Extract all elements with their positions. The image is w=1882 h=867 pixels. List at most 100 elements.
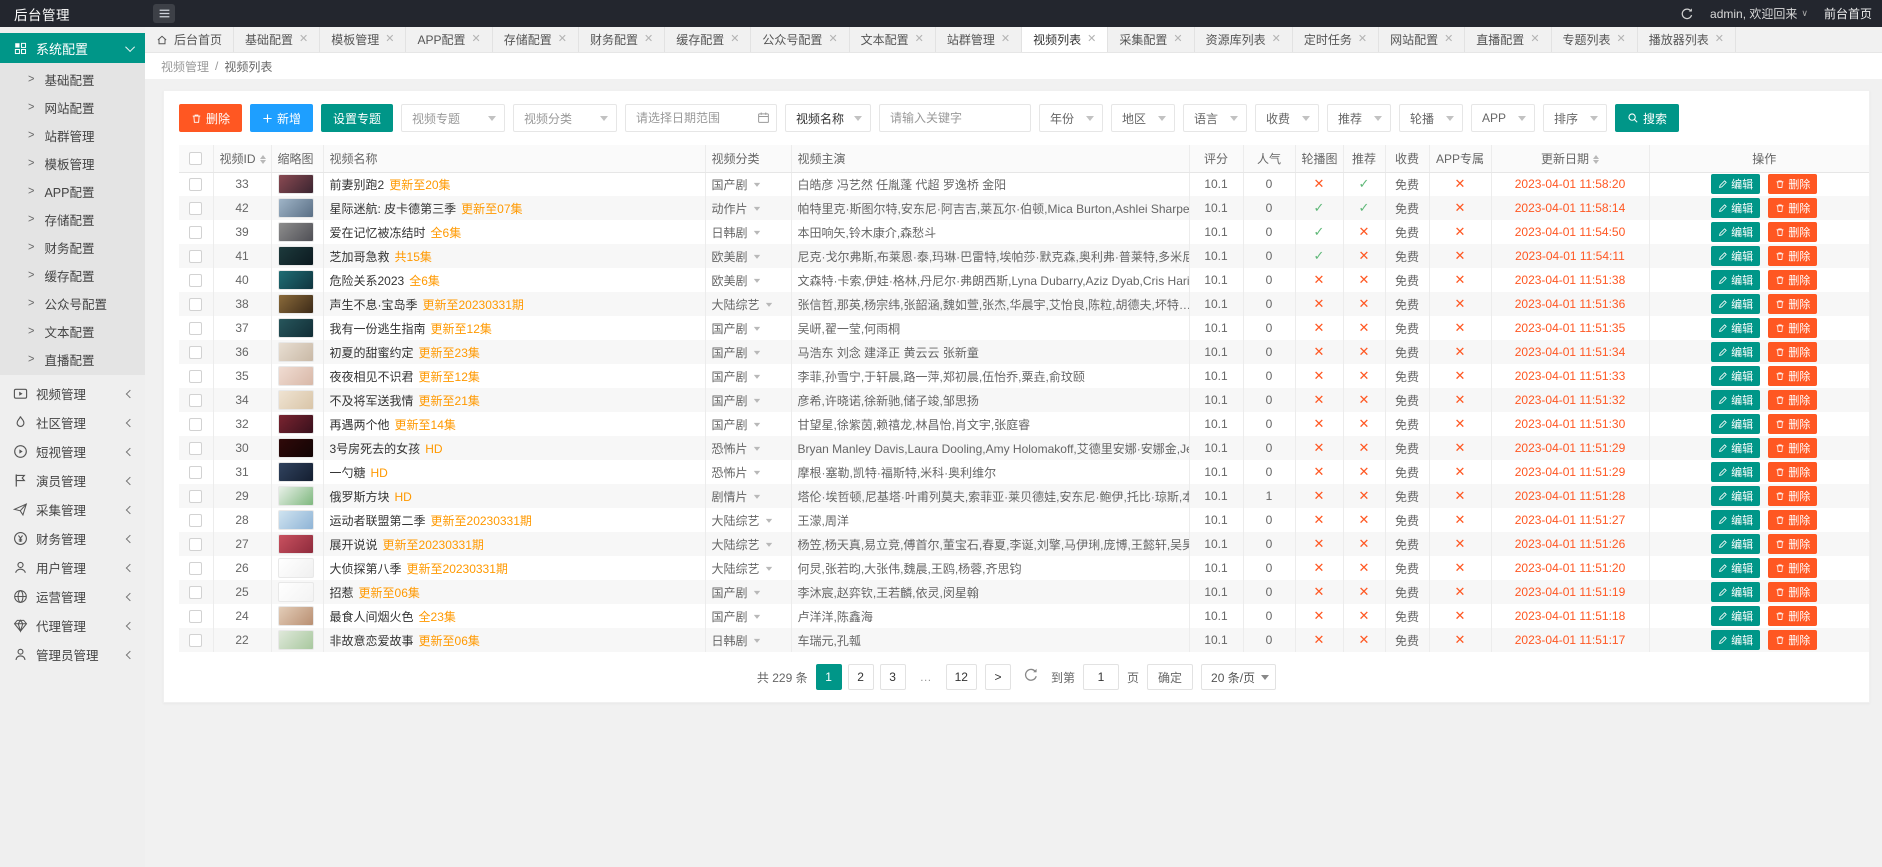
tab-close-icon[interactable]: ✕: [1617, 34, 1626, 45]
row-checkbox[interactable]: [189, 610, 202, 623]
row-checkbox[interactable]: [189, 490, 202, 503]
app-only-toggle[interactable]: ✕: [1455, 200, 1466, 215]
tab[interactable]: APP配置 ✕: [406, 27, 492, 52]
edit-button[interactable]: 编辑: [1711, 342, 1760, 362]
tab[interactable]: 播放器列表 ✕: [1638, 27, 1736, 52]
row-delete-button[interactable]: 删除: [1768, 582, 1817, 602]
page-button[interactable]: 12: [946, 664, 977, 690]
category-select[interactable]: 大陆综艺: [712, 512, 773, 529]
tab-close-icon[interactable]: ✕: [1087, 34, 1096, 45]
topic-filter-select[interactable]: 视频专题: [401, 104, 505, 132]
sidebar-item-agent[interactable]: 代理管理: [0, 611, 145, 640]
carousel-toggle[interactable]: ✕: [1314, 368, 1325, 383]
sidebar-subitem[interactable]: > 基础配置: [0, 65, 145, 93]
filter-select-7[interactable]: 排序: [1543, 104, 1607, 132]
app-only-toggle[interactable]: ✕: [1455, 440, 1466, 455]
row-checkbox[interactable]: [189, 346, 202, 359]
row-checkbox[interactable]: [189, 370, 202, 383]
tab-close-icon[interactable]: ✕: [385, 34, 394, 45]
row-checkbox[interactable]: [189, 202, 202, 215]
sidebar-subitem[interactable]: > APP配置: [0, 177, 145, 205]
sidebar-item-operation[interactable]: 运营管理: [0, 582, 145, 611]
tab-close-icon[interactable]: ✕: [299, 34, 308, 45]
tab[interactable]: 视频列表 ✕: [1022, 27, 1108, 52]
edit-button[interactable]: 编辑: [1711, 222, 1760, 242]
recommend-toggle[interactable]: ✕: [1359, 512, 1370, 527]
category-select[interactable]: 欧美剧: [712, 248, 761, 265]
category-select[interactable]: 国产剧: [712, 344, 761, 361]
row-checkbox[interactable]: [189, 322, 202, 335]
carousel-toggle[interactable]: ✓: [1314, 224, 1325, 239]
carousel-toggle[interactable]: ✕: [1314, 320, 1325, 335]
frontend-home-link[interactable]: 前台首页: [1824, 5, 1872, 22]
category-select[interactable]: 恐怖片: [712, 440, 761, 457]
edit-button[interactable]: 编辑: [1711, 246, 1760, 266]
row-checkbox[interactable]: [189, 586, 202, 599]
category-select[interactable]: 欧美剧: [712, 272, 761, 289]
carousel-toggle[interactable]: ✕: [1314, 512, 1325, 527]
page-size-select[interactable]: 20 条/页: [1201, 664, 1276, 690]
page-button[interactable]: 1: [816, 664, 842, 690]
row-delete-button[interactable]: 删除: [1768, 366, 1817, 386]
sidebar-subitem[interactable]: > 缓存配置: [0, 261, 145, 289]
sidebar-subitem[interactable]: > 文本配置: [0, 317, 145, 345]
carousel-toggle[interactable]: ✕: [1314, 344, 1325, 359]
app-only-toggle[interactable]: ✕: [1455, 272, 1466, 287]
carousel-toggle[interactable]: ✓: [1314, 248, 1325, 263]
sidebar-item-shortvideo[interactable]: 短视管理: [0, 437, 145, 466]
sidebar-item-actor[interactable]: 演员管理: [0, 466, 145, 495]
sidebar-item-video[interactable]: 视频管理: [0, 379, 145, 408]
tab[interactable]: 财务配置 ✕: [579, 27, 665, 52]
app-only-toggle[interactable]: ✕: [1455, 608, 1466, 623]
recommend-toggle[interactable]: ✕: [1359, 632, 1370, 647]
row-checkbox[interactable]: [189, 298, 202, 311]
recommend-toggle[interactable]: ✕: [1359, 392, 1370, 407]
tab[interactable]: 采集配置 ✕: [1108, 27, 1194, 52]
row-delete-button[interactable]: 删除: [1768, 174, 1817, 194]
recommend-toggle[interactable]: ✕: [1359, 368, 1370, 383]
tab[interactable]: 网站配置 ✕: [1379, 27, 1465, 52]
row-checkbox[interactable]: [189, 226, 202, 239]
tab-close-icon[interactable]: ✕: [1530, 34, 1539, 45]
app-only-toggle[interactable]: ✕: [1455, 464, 1466, 479]
row-delete-button[interactable]: 删除: [1768, 534, 1817, 554]
recommend-toggle[interactable]: ✓: [1359, 176, 1370, 191]
row-checkbox[interactable]: [189, 394, 202, 407]
user-menu[interactable]: admin, 欢迎回来 ∨: [1710, 5, 1808, 22]
row-checkbox[interactable]: [189, 538, 202, 551]
sidebar-item-admin[interactable]: 管理员管理: [0, 640, 145, 669]
edit-button[interactable]: 编辑: [1711, 198, 1760, 218]
row-delete-button[interactable]: 删除: [1768, 486, 1817, 506]
tab-close-icon[interactable]: ✕: [644, 34, 653, 45]
sidebar-item-collect[interactable]: 采集管理: [0, 495, 145, 524]
row-delete-button[interactable]: 删除: [1768, 294, 1817, 314]
tab-close-icon[interactable]: ✕: [1715, 34, 1724, 45]
category-select[interactable]: 大陆综艺: [712, 296, 773, 313]
recommend-toggle[interactable]: ✕: [1359, 224, 1370, 239]
app-only-toggle[interactable]: ✕: [1455, 488, 1466, 503]
recommend-toggle[interactable]: ✕: [1359, 608, 1370, 623]
tab[interactable]: 存储配置 ✕: [493, 27, 579, 52]
keyword-input[interactable]: [879, 104, 1031, 132]
carousel-toggle[interactable]: ✕: [1314, 440, 1325, 455]
search-button[interactable]: 搜索: [1615, 104, 1679, 132]
sidebar-item-finance[interactable]: 财务管理: [0, 524, 145, 553]
app-only-toggle[interactable]: ✕: [1455, 632, 1466, 647]
filter-select-1[interactable]: 地区: [1111, 104, 1175, 132]
recommend-toggle[interactable]: ✕: [1359, 296, 1370, 311]
category-select[interactable]: 日韩剧: [712, 224, 761, 241]
category-select[interactable]: 动作片: [712, 200, 761, 217]
recommend-toggle[interactable]: ✕: [1359, 320, 1370, 335]
recommend-toggle[interactable]: ✕: [1359, 488, 1370, 503]
category-select[interactable]: 剧情片: [712, 488, 761, 505]
carousel-toggle[interactable]: ✕: [1314, 584, 1325, 599]
category-select[interactable]: 国产剧: [712, 392, 761, 409]
goto-page-input[interactable]: [1083, 664, 1119, 690]
row-delete-button[interactable]: 删除: [1768, 198, 1817, 218]
category-select[interactable]: 国产剧: [712, 584, 761, 601]
sidebar-subitem[interactable]: > 公众号配置: [0, 289, 145, 317]
edit-button[interactable]: 编辑: [1711, 606, 1760, 626]
sidebar-item-community[interactable]: 社区管理: [0, 408, 145, 437]
app-only-toggle[interactable]: ✕: [1455, 176, 1466, 191]
app-only-toggle[interactable]: ✕: [1455, 584, 1466, 599]
